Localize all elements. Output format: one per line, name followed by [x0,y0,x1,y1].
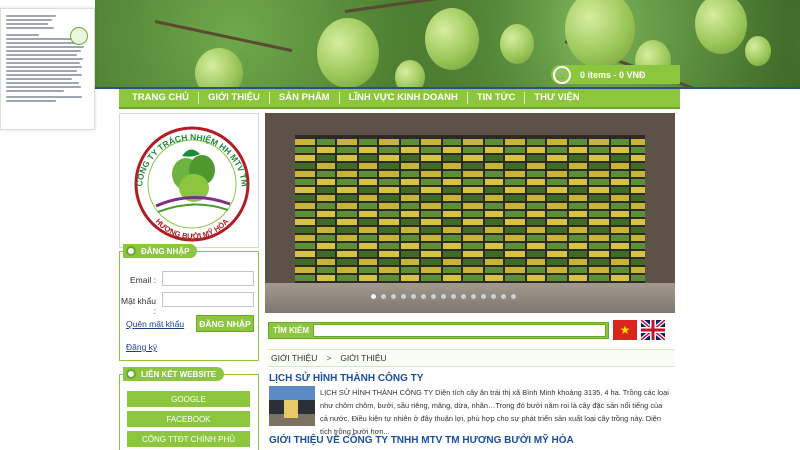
slider-dot[interactable] [470,293,477,300]
slider-box-row [295,139,645,145]
logo-emblem-icon: CÔNG TY TRÁCH NHIỆM HH MTV TM HƯƠNG BƯỞI… [134,126,250,242]
slider-box-row [295,219,645,225]
slider-box-row [295,155,645,161]
link-google[interactable]: GOOGLE [127,391,250,407]
document-preview-panel [0,8,95,130]
search-label: TÌM KIẾM [273,326,309,335]
slider-dot[interactable] [500,293,507,300]
breadcrumb-item[interactable]: GIỚI THIỆU [271,353,317,363]
slider-dot[interactable] [420,293,427,300]
slider-box-row [295,187,645,193]
nav-products[interactable]: SẢN PHẨM [270,88,339,108]
article-title[interactable]: GIỚI THIỆU VỀ CÔNG TY TNHH MTV TM HƯƠNG … [269,435,574,446]
slider-dot[interactable] [410,293,417,300]
slider-box-row [295,243,645,249]
slider-box-row [295,227,645,233]
vietnamese-flag-icon[interactable]: ★ [613,320,637,340]
website-links-heading: LIÊN KẾT WEBSITE [123,367,225,381]
slider-pagination [370,293,517,303]
slider-dot[interactable] [440,293,447,300]
slider-dot[interactable] [480,293,487,300]
breadcrumb-item-current: GIỚI THIỆU [340,353,387,363]
header-banner [95,0,800,87]
slider-box-row [295,235,645,241]
slider-box-row [295,211,645,217]
email-label: Email : [130,275,156,285]
nav-home[interactable]: TRANG CHỦ [123,88,198,108]
slider-box-row [295,267,645,273]
slider-dot[interactable] [430,293,437,300]
search-bar: TÌM KIẾM [268,322,609,339]
slider-box-row [295,147,645,153]
password-field[interactable] [162,292,254,307]
slider-box-row [295,195,645,201]
register-link[interactable]: Đăng ký [126,342,157,352]
search-input[interactable] [313,324,606,337]
email-field[interactable] [162,271,254,286]
bullet-icon [126,246,136,256]
breadcrumb: GIỚI THIỆU > GIỚI THIỆU [268,349,675,367]
forgot-password-link[interactable]: Quên mật khẩu [126,319,184,329]
cart-icon: 🛒 [553,65,571,84]
slider-dot[interactable] [400,293,407,300]
article-excerpt: LỊCH SỬ HÌNH THÀNH CÔNG TY Diện tích cây… [320,388,669,436]
image-slider[interactable] [265,113,675,313]
slider-box-row [295,251,645,257]
article-thumbnail[interactable] [269,386,315,426]
nav-business[interactable]: LĨNH VỰC KINH DOANH [340,88,467,108]
nav-about[interactable]: GIỚI THIỆU [199,88,269,108]
nav-library[interactable]: THƯ VIỆN [525,88,588,108]
slider-box-row [295,163,645,169]
breadcrumb-separator: > [326,353,332,363]
password-label: Mật khẩu : [121,296,156,316]
slider-dot[interactable] [450,293,457,300]
slider-box-row [295,179,645,185]
slider-box-row [295,275,645,281]
article-title[interactable]: LỊCH SỬ HÌNH THÀNH CÔNG TY [269,373,423,384]
slider-dot[interactable] [490,293,497,300]
cart-summary: 0 items - 0 VNĐ [580,69,646,80]
login-heading: ĐĂNG NHẬP [123,244,198,258]
login-button[interactable]: ĐĂNG NHẬP [196,315,254,332]
slider-box-row [295,171,645,177]
link-government-portal[interactable]: CỔNG TTĐT CHÍNH PHỦ [127,431,250,447]
slider-image [295,135,645,283]
slider-box-row [295,259,645,265]
english-flag-icon[interactable] [641,320,665,340]
nav-news[interactable]: TIN TỨC [468,88,525,108]
slider-box-row [295,203,645,209]
slider-dot[interactable] [380,293,387,300]
cart-button[interactable]: 🛒 0 items - 0 VNĐ [551,65,680,84]
slider-dot[interactable] [390,293,397,300]
slider-dot[interactable] [510,293,517,300]
main-nav: TRANG CHỦ GIỚI THIỆU SẢN PHẨM LĨNH VỰC K… [119,89,680,109]
slider-dot[interactable] [460,293,467,300]
bullet-icon [126,369,136,379]
link-facebook[interactable]: FACEBOOK [127,411,250,427]
company-logo[interactable]: CÔNG TY TRÁCH NHIỆM HH MTV TM HƯƠNG BƯỞI… [119,113,259,248]
mini-logo-icon [70,27,88,45]
slider-dot[interactable] [370,293,377,300]
